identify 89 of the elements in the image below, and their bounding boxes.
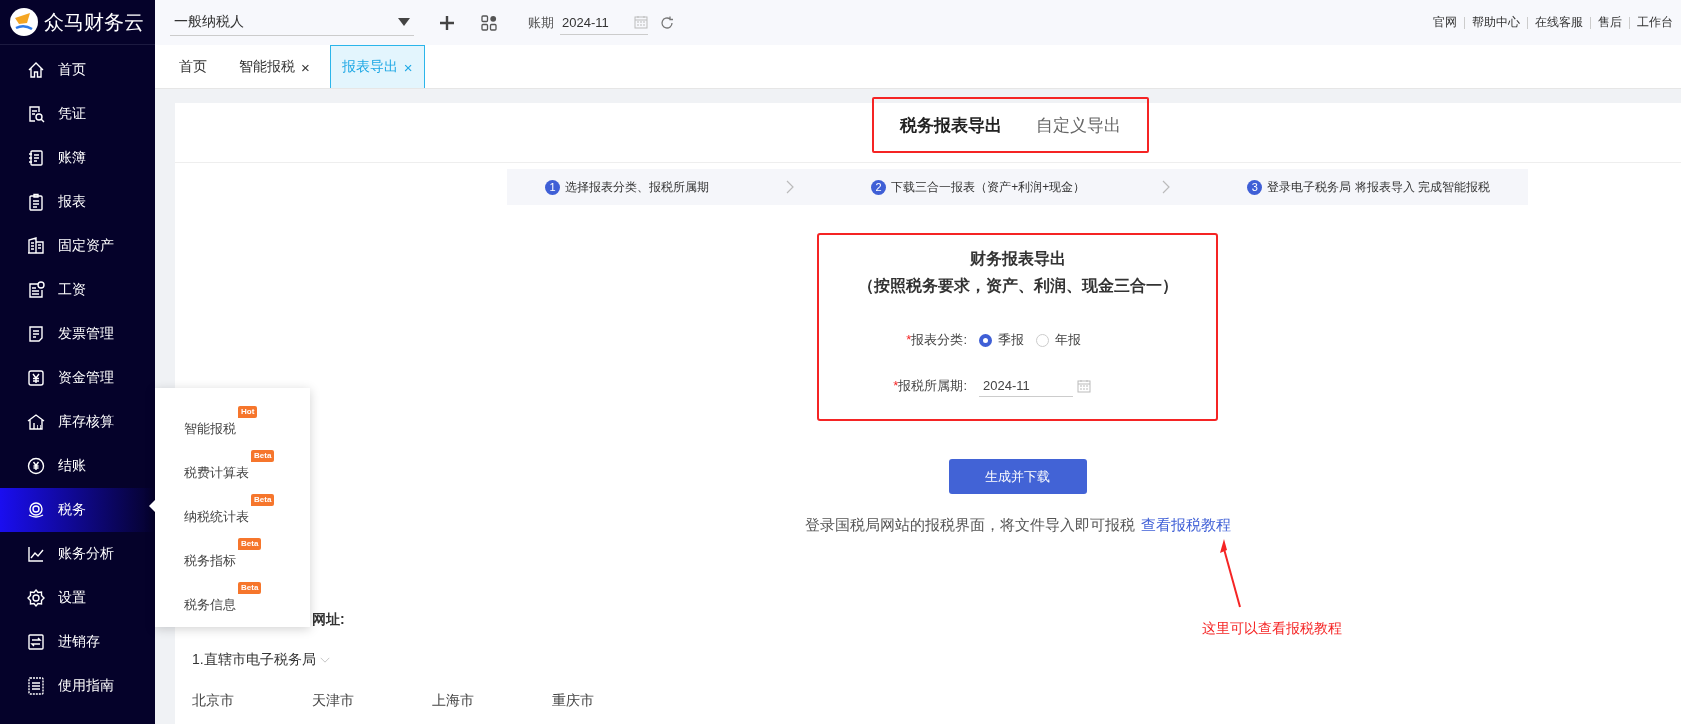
taxpayer-select[interactable]: 一般纳税人 bbox=[170, 9, 414, 36]
sidebar-item[interactable]: 库存核算 bbox=[0, 400, 155, 444]
section-heading: 网址: bbox=[312, 611, 345, 629]
sidebar-item[interactable]: 报表 bbox=[0, 180, 155, 224]
period-field[interactable]: 2024-11 bbox=[560, 10, 648, 35]
field-label: 报税所属期: bbox=[898, 378, 967, 393]
calendar-icon bbox=[1077, 379, 1091, 393]
top-link[interactable]: 工作台 bbox=[1637, 14, 1673, 31]
submenu-item[interactable]: 税务指标 Beta bbox=[155, 538, 310, 582]
page-tab[interactable]: 首页 bbox=[167, 45, 219, 88]
calendar-icon bbox=[634, 15, 648, 29]
sidebar-item[interactable]: 账簿 bbox=[0, 136, 155, 180]
badge: Hot bbox=[238, 406, 258, 418]
export-tab[interactable]: 自定义导出 bbox=[1036, 113, 1121, 137]
sidebar-item[interactable]: 凭证 bbox=[0, 92, 155, 136]
close-icon[interactable]: × bbox=[301, 58, 310, 76]
sidebar-item[interactable]: 税务 bbox=[0, 488, 155, 532]
group-label[interactable]: 1.直辖市电子税务局 bbox=[192, 651, 316, 669]
radio-button[interactable] bbox=[979, 333, 992, 347]
notebook-icon bbox=[26, 148, 46, 168]
submenu-item[interactable]: 税务信息 Beta bbox=[155, 582, 310, 626]
required-mark: * bbox=[906, 332, 912, 347]
city-link[interactable]: 天津市 bbox=[312, 692, 432, 710]
refresh-icon bbox=[660, 15, 674, 30]
sidebar-item[interactable]: 使用指南 bbox=[0, 664, 155, 708]
city-link[interactable]: 北京市 bbox=[192, 692, 312, 710]
hint-text: 登录国税局网站的报税界面，将文件导入即可报税 bbox=[804, 516, 1135, 535]
sidebar-item[interactable]: 工资 bbox=[0, 268, 155, 312]
document-search-icon bbox=[26, 104, 46, 124]
coin-icon bbox=[26, 500, 46, 520]
sidebar-item[interactable]: 进销存 bbox=[0, 620, 155, 664]
step-number: 2 bbox=[871, 179, 887, 195]
step-text: 登录电子税务局 将报表导入 完成智能报税 bbox=[1267, 178, 1490, 196]
badge: Beta bbox=[238, 538, 262, 550]
line-chart-icon bbox=[26, 544, 46, 564]
step-number: 3 bbox=[1247, 179, 1263, 195]
form-title: 财务报表导出 bbox=[969, 249, 1066, 269]
sidebar-item[interactable]: 资金管理 bbox=[0, 356, 155, 400]
period-label: 账期 bbox=[528, 13, 554, 32]
radio-label[interactable]: 年报 bbox=[1055, 331, 1081, 349]
building-icon bbox=[26, 236, 46, 256]
export-tab[interactable]: 税务报表导出 bbox=[900, 113, 1002, 137]
step-text: 下载三合一报表（资产+利润+现金） bbox=[891, 178, 1086, 196]
top-link[interactable]: 官网 bbox=[1433, 14, 1457, 31]
top-link[interactable]: 在线客服 bbox=[1535, 14, 1583, 31]
sidebar-item[interactable]: 结账 bbox=[0, 444, 155, 488]
sidebar-item[interactable]: 账务分析 bbox=[0, 532, 155, 576]
swap-icon bbox=[26, 632, 46, 652]
submenu-item[interactable]: 税费计算表 Beta bbox=[155, 450, 310, 494]
tutorial-link[interactable]: 查看报税教程 bbox=[1140, 516, 1231, 535]
chevron-icon bbox=[1161, 180, 1172, 194]
home-icon bbox=[26, 60, 46, 80]
badge: Beta bbox=[251, 494, 275, 506]
book-icon bbox=[26, 676, 46, 696]
top-link[interactable]: 售后 bbox=[1598, 14, 1622, 31]
sidebar-item[interactable]: 首页 bbox=[0, 48, 155, 92]
city-link[interactable]: 上海市 bbox=[432, 692, 552, 710]
grid-icon bbox=[480, 13, 498, 32]
submenu-item[interactable]: 智能报税 Hot bbox=[155, 406, 310, 450]
step-number: 1 bbox=[545, 179, 561, 195]
document-icon bbox=[26, 324, 46, 344]
warehouse-icon bbox=[26, 412, 46, 432]
city-link[interactable]: 重庆市 bbox=[552, 692, 672, 710]
caret-icon bbox=[398, 18, 410, 26]
yen-circle-icon bbox=[26, 456, 46, 476]
clipboard-icon bbox=[26, 192, 46, 212]
annotation-text: 这里可以查看报税教程 bbox=[1202, 620, 1342, 638]
date-field[interactable]: 2024-11 bbox=[979, 375, 1073, 397]
page-tab[interactable]: 智能报税 × bbox=[227, 45, 322, 88]
submenu-item[interactable]: 纳税统计表 Beta bbox=[155, 494, 310, 538]
generate-button[interactable]: 生成并下载 bbox=[948, 459, 1087, 494]
badge: Beta bbox=[238, 582, 262, 594]
chevron-icon bbox=[785, 180, 796, 194]
yen-icon bbox=[26, 368, 46, 388]
form-subtitle: （按照税务要求，资产、利润、现金三合一） bbox=[857, 276, 1178, 296]
brand-name: 众马财务云 bbox=[44, 9, 144, 35]
plus-icon bbox=[438, 13, 456, 32]
field-label: 报表分类: bbox=[911, 332, 967, 347]
sidebar-item[interactable]: 发票管理 bbox=[0, 312, 155, 356]
badge: Beta bbox=[251, 450, 275, 462]
step-text: 选择报表分类、报税所属期 bbox=[565, 178, 710, 196]
radio-label[interactable]: 季报 bbox=[998, 331, 1024, 349]
document-coin-icon bbox=[26, 280, 46, 300]
sidebar-item[interactable]: 固定资产 bbox=[0, 224, 155, 268]
required-mark: * bbox=[893, 378, 899, 393]
logo-icon bbox=[10, 8, 38, 36]
sidebar-item[interactable]: 设置 bbox=[0, 576, 155, 620]
top-link[interactable]: 帮助中心 bbox=[1472, 14, 1520, 31]
settings-icon bbox=[26, 588, 46, 608]
